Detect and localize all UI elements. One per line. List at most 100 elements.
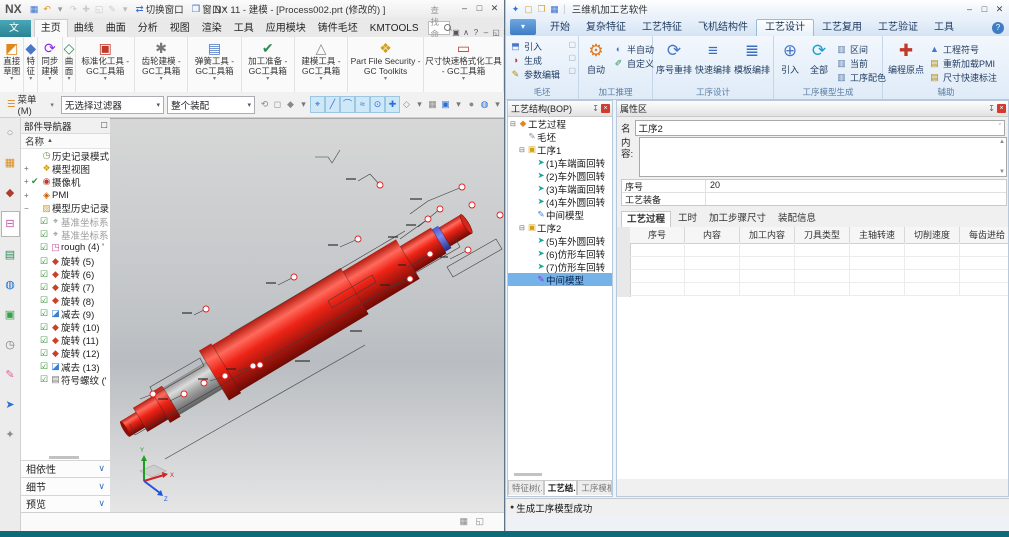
navigator-section-header[interactable]: 相依性 ∨ xyxy=(21,460,110,478)
checkbox-icon[interactable]: ☑ xyxy=(40,256,50,267)
graphics-area[interactable]: X Y Z xyxy=(110,118,504,513)
snap-toolbar-icon[interactable]: ≈ xyxy=(355,96,370,113)
checkbox-icon[interactable]: ☑ xyxy=(40,295,50,306)
ribbon-tab[interactable]: 分析 xyxy=(132,20,164,37)
tree-item[interactable]: ☑ ◳ rough (4) ' xyxy=(21,241,110,254)
checkbox-icon[interactable]: ☑ xyxy=(40,361,50,372)
tree-item[interactable]: ☑ ◆ 旋转 (11) xyxy=(21,334,110,347)
dropdown-icon[interactable]: ▾ xyxy=(160,76,163,82)
snap-toolbar-icon[interactable]: ● xyxy=(465,97,478,112)
resource-bar-icon[interactable]: ◷ xyxy=(2,333,19,357)
tree-item[interactable]: ☑ ▤ 符号螺纹 (' xyxy=(21,373,110,386)
table-cell[interactable] xyxy=(685,269,740,282)
ribbon-group-button[interactable]: ✱ 齿轮建模 - GC工具箱 ▾ xyxy=(135,37,188,92)
expand-icon[interactable]: ⊟ xyxy=(510,120,518,128)
checkbox-icon[interactable]: ☑ xyxy=(40,242,50,253)
ribbon-group-button[interactable]: ◩ 直接草图 ▾ xyxy=(0,37,24,92)
bop-scrollbar[interactable] xyxy=(514,473,542,476)
bop-tree-item[interactable]: ➤ (3)车端面回转 xyxy=(508,182,612,195)
table-cell[interactable] xyxy=(795,256,850,269)
quick-access-icon[interactable]: ✎ xyxy=(106,4,119,15)
bop-tree-item[interactable]: ✎ 毛坯 xyxy=(508,130,612,143)
taskbar-edge[interactable] xyxy=(0,531,1009,537)
expand-icon[interactable]: + xyxy=(24,177,31,186)
operation-name-combo[interactable]: 工序2 ˇ xyxy=(635,120,1005,136)
checkbox-icon[interactable]: ☑ xyxy=(40,322,50,333)
ribbon-big-button[interactable]: ⟳ 序号重排 xyxy=(655,39,693,76)
dropdown-icon[interactable]: ▾ xyxy=(213,76,216,82)
expand-icon[interactable]: ⊟ xyxy=(519,224,527,232)
content-textarea[interactable]: ▲ ▼ xyxy=(639,137,1007,177)
titlebar-icon[interactable]: ❒ xyxy=(535,4,548,15)
ribbon-small-button[interactable]: ▥区间 xyxy=(836,42,886,56)
tree-item[interactable]: ☑ ⌖ 基准坐标系 xyxy=(21,228,110,241)
ribbon-tab[interactable]: 工具 xyxy=(228,20,260,37)
checkbox-icon[interactable]: ✔ xyxy=(31,176,41,187)
table-cell[interactable] xyxy=(630,243,685,256)
cam-titlebar[interactable]: ✦▢❒▦ | 三维机加工艺软件 – □ ✕ xyxy=(506,0,1009,19)
tree-item[interactable]: ☑ ◆ 旋转 (10) xyxy=(21,320,110,333)
table-cell[interactable] xyxy=(850,282,905,295)
bop-tree-item[interactable]: ✎ 中间模型 xyxy=(508,273,612,286)
table-row[interactable] xyxy=(630,282,1008,296)
table-row[interactable] xyxy=(630,269,1008,283)
ribbon-corner-icon[interactable]: ∧ xyxy=(461,28,471,37)
table-cell[interactable] xyxy=(905,256,960,269)
snap-toolbar-icon[interactable]: ◍ xyxy=(478,97,491,112)
snap-toolbar-icon[interactable]: ◆ xyxy=(284,97,297,112)
ribbon-small-button[interactable]: ▤重新加载PMI xyxy=(929,56,997,70)
maximize-button[interactable]: □ xyxy=(977,2,992,16)
help-icon[interactable]: ? xyxy=(992,22,1004,34)
dropdown-icon[interactable]: ▾ xyxy=(68,76,71,82)
close-button[interactable]: ✕ xyxy=(992,2,1007,16)
bop-tree-item[interactable]: ⊟ ▣ 工序1 xyxy=(508,143,612,156)
side-icon[interactable]: ▢ xyxy=(568,53,576,66)
bop-tree-item[interactable]: ➤ (1)车端面回转 xyxy=(508,156,612,169)
properties-tab[interactable]: 装配信息 xyxy=(773,211,821,226)
quick-access-icon[interactable]: ↶ xyxy=(41,4,54,15)
table-cell[interactable] xyxy=(685,282,740,295)
scroll-up-icon[interactable]: ▲ xyxy=(999,139,1005,145)
tree-item[interactable]: − ▨ 模型历史记录 xyxy=(21,202,110,215)
bop-bottom-tab[interactable]: 工艺结... xyxy=(544,480,578,495)
dropdown-icon[interactable]: ▾ xyxy=(104,76,107,82)
minimize-button[interactable]: – xyxy=(962,2,977,16)
tree-item[interactable]: ☑ ⌖ 基准坐标系 xyxy=(21,215,110,228)
resource-bar-icon[interactable]: ➤ xyxy=(2,393,19,417)
table-row[interactable] xyxy=(630,256,1008,270)
ribbon-small-button[interactable]: ▲工程符号 xyxy=(929,42,997,56)
ribbon-tab[interactable]: 主页 xyxy=(34,19,68,37)
ribbon-tab[interactable]: 曲线 xyxy=(68,20,100,37)
tree-item[interactable]: ☑ ◆ 旋转 (8) xyxy=(21,294,110,307)
table-cell[interactable] xyxy=(795,243,850,256)
quick-access-icon[interactable]: ▾ xyxy=(119,4,132,15)
table-header-cell[interactable]: 主轴转速 xyxy=(850,227,905,243)
status-icon-1[interactable]: ▦ xyxy=(459,516,468,527)
dropdown-icon[interactable]: ▾ xyxy=(320,76,323,82)
status-icon-2[interactable]: ◱ xyxy=(475,516,484,527)
ribbon-group-button[interactable]: ◆ 特征 ▾ xyxy=(24,37,38,92)
resource-bar-icon[interactable]: ⊟ xyxy=(1,211,20,237)
pin-icon[interactable]: ↧ xyxy=(592,104,599,113)
snap-toolbar-icon[interactable]: ◇ xyxy=(400,97,413,112)
ribbon-tab[interactable]: 铸件毛坯 xyxy=(312,20,364,37)
pin-icon[interactable]: ↧ xyxy=(988,104,995,113)
table-cell[interactable] xyxy=(630,282,685,295)
ribbon-tab[interactable]: 应用模块 xyxy=(260,20,312,37)
ribbon-group-button[interactable]: ◇ 曲面 ▾ xyxy=(63,37,77,92)
quick-access-icon[interactable]: ▾ xyxy=(54,4,67,15)
dropdown-icon[interactable]: ▾ xyxy=(29,76,32,82)
ribbon-big-button[interactable]: ≣ 模板编排 xyxy=(733,39,771,76)
quick-access-icon[interactable]: ◱ xyxy=(93,4,106,15)
bop-bottom-tab[interactable]: 特征树(... xyxy=(508,480,544,495)
ribbon-corner-icon[interactable]: ◱ xyxy=(491,28,501,37)
snap-toolbar-icon[interactable]: ▾ xyxy=(297,97,310,112)
ribbon-big-button[interactable]: ≡ 快速编排 xyxy=(694,39,732,76)
resource-bar-icon[interactable]: ▣ xyxy=(2,303,19,327)
ribbon-group-button[interactable]: ⟳ 同步建模 ▾ xyxy=(38,37,62,92)
checkbox-icon[interactable]: ☑ xyxy=(40,269,50,280)
checkbox-icon[interactable]: ☑ xyxy=(40,308,50,319)
table-cell[interactable] xyxy=(685,243,740,256)
snap-toolbar-icon[interactable]: ◻ xyxy=(271,97,284,112)
ribbon-corner-icon[interactable]: – xyxy=(481,28,491,37)
